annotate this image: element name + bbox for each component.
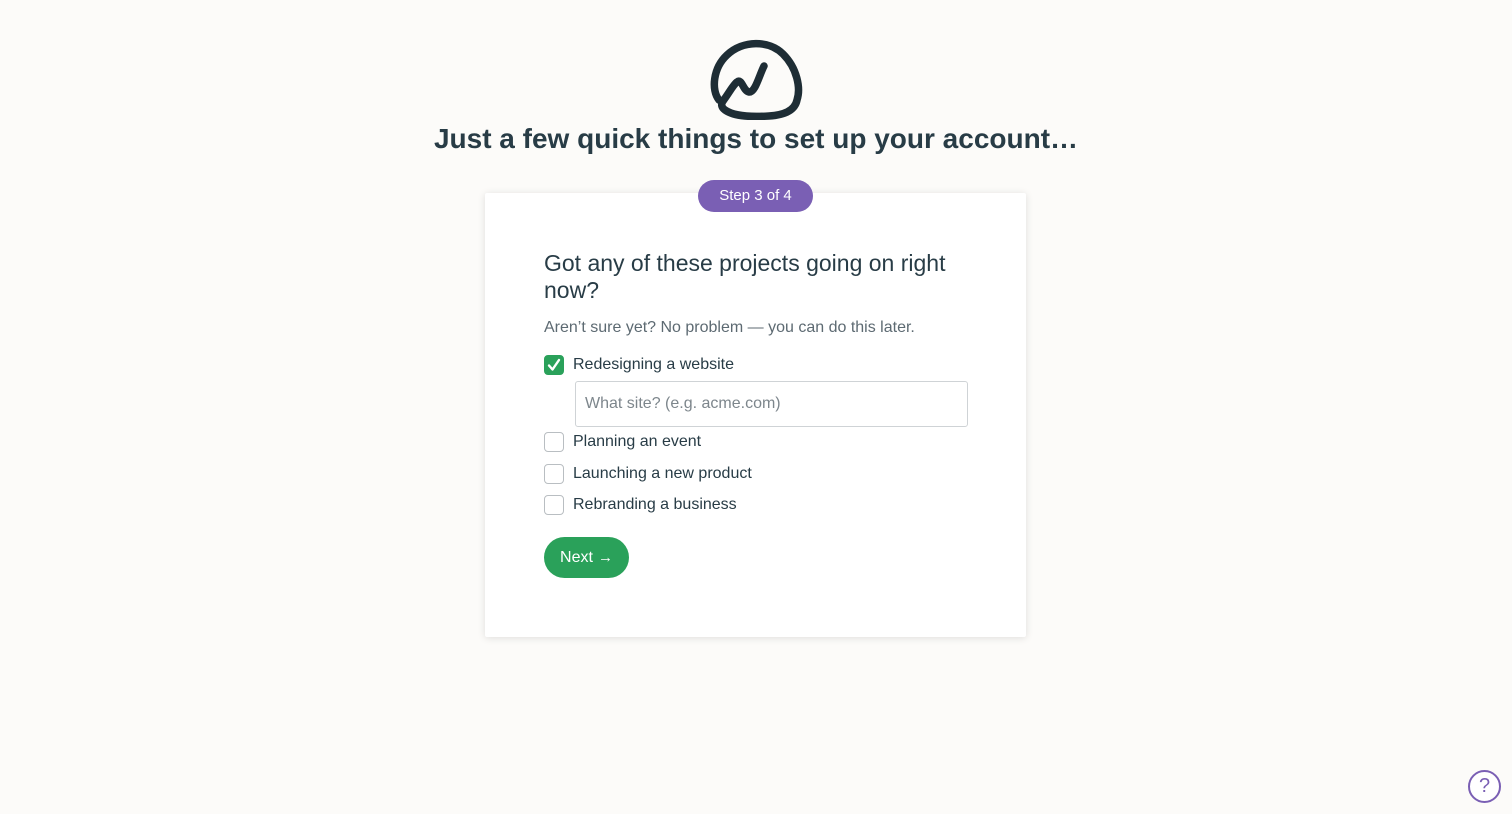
step-indicator-badge: Step 3 of 4	[698, 180, 813, 212]
option-label: Planning an event	[573, 433, 702, 450]
projects-question: Got any of these projects going on right…	[544, 250, 946, 303]
option-rebranding-business[interactable]: Rebranding a business	[544, 494, 737, 516]
option-redesigning-website[interactable]: Redesigning a website	[544, 354, 734, 376]
checkbox-unchecked[interactable]	[544, 495, 564, 515]
next-button-label: Next	[560, 548, 593, 566]
arrow-right-icon: →	[597, 549, 613, 566]
projects-subtext: Aren’t sure yet? No problem — you can do…	[544, 319, 915, 336]
option-label: Redesigning a website	[573, 356, 734, 373]
option-launching-product[interactable]: Launching a new product	[544, 463, 752, 485]
help-button[interactable]: ?	[1468, 770, 1501, 803]
option-planning-event[interactable]: Planning an event	[544, 431, 701, 453]
site-url-input[interactable]	[575, 381, 968, 427]
checkbox-checked[interactable]	[544, 355, 564, 375]
basecamp-logo	[710, 39, 803, 120]
page-headline: Just a few quick things to set up your a…	[433, 123, 1079, 154]
option-label: Launching a new product	[573, 465, 752, 482]
checkmark-icon	[547, 358, 561, 371]
option-label: Rebranding a business	[573, 496, 737, 513]
setup-card: Got any of these projects going on right…	[485, 193, 1026, 637]
next-button[interactable]: Next →	[544, 537, 629, 578]
question-mark-icon: ?	[1478, 775, 1491, 797]
checkbox-unchecked[interactable]	[544, 464, 564, 484]
checkbox-unchecked[interactable]	[544, 432, 564, 452]
